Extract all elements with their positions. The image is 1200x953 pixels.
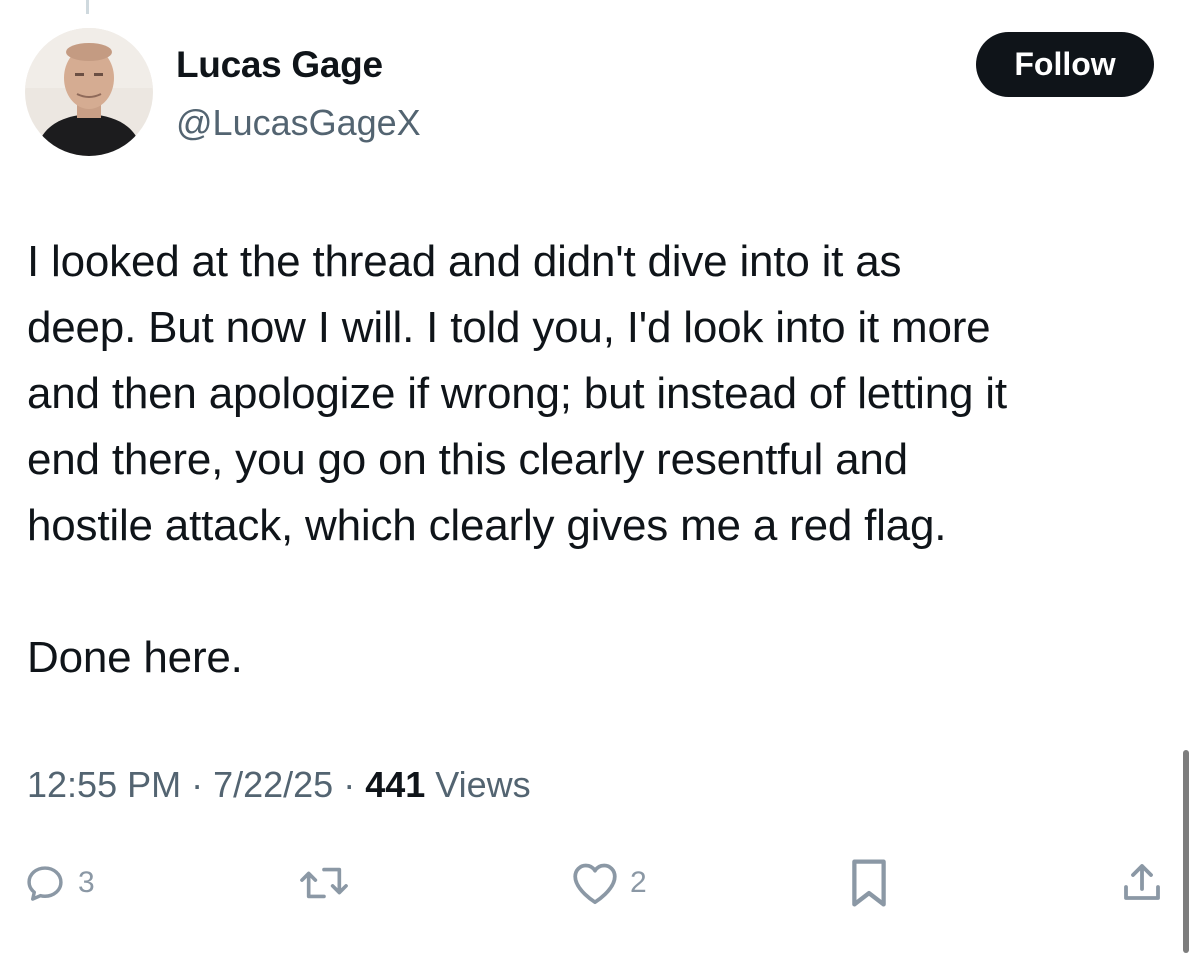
retweet-button[interactable] (296, 857, 362, 909)
reply-button[interactable]: 3 (22, 857, 95, 909)
scrollbar-thumb[interactable] (1183, 750, 1189, 953)
tweet-closing-line: Done here. (27, 633, 243, 682)
tweet-date[interactable]: 7/22/25 (213, 764, 333, 805)
share-button[interactable] (1118, 857, 1166, 909)
follow-button[interactable]: Follow (976, 32, 1154, 97)
avatar-photo (25, 28, 153, 156)
reply-count: 3 (78, 866, 95, 899)
thread-connector-line (86, 0, 89, 14)
views-label: Views (425, 764, 531, 805)
heart-icon (573, 863, 617, 905)
reply-icon (27, 866, 63, 901)
avatar[interactable] (25, 28, 153, 156)
bookmark-button[interactable] (846, 857, 892, 909)
like-button[interactable]: 2 (570, 857, 647, 909)
tweet-text-line: hostile attack, which clearly gives me a… (27, 501, 947, 550)
author-handle[interactable]: @LucasGageX (176, 102, 421, 144)
tweet-text: I looked at the thread and didn't dive i… (27, 229, 1157, 691)
bookmark-icon (852, 859, 886, 907)
tweet-text-line: I looked at the thread and didn't dive i… (27, 237, 902, 286)
tweet-meta: 12:55 PM · 7/22/25 · 441 Views (27, 764, 531, 806)
tweet-text-line: deep. But now I will. I told you, I'd lo… (27, 303, 991, 352)
tweet-time[interactable]: 12:55 PM (27, 764, 181, 805)
like-count: 2 (630, 866, 647, 899)
views-count[interactable]: 441 (365, 764, 425, 805)
retweet-icon (300, 867, 348, 899)
tweet-text-line: and then apologize if wrong; but instead… (27, 369, 1007, 418)
tweet-text-line: end there, you go on this clearly resent… (27, 435, 908, 484)
author-display-name[interactable]: Lucas Gage (176, 44, 383, 86)
share-icon (1124, 864, 1160, 900)
meta-separator: · (333, 764, 366, 805)
meta-separator: · (181, 764, 214, 805)
